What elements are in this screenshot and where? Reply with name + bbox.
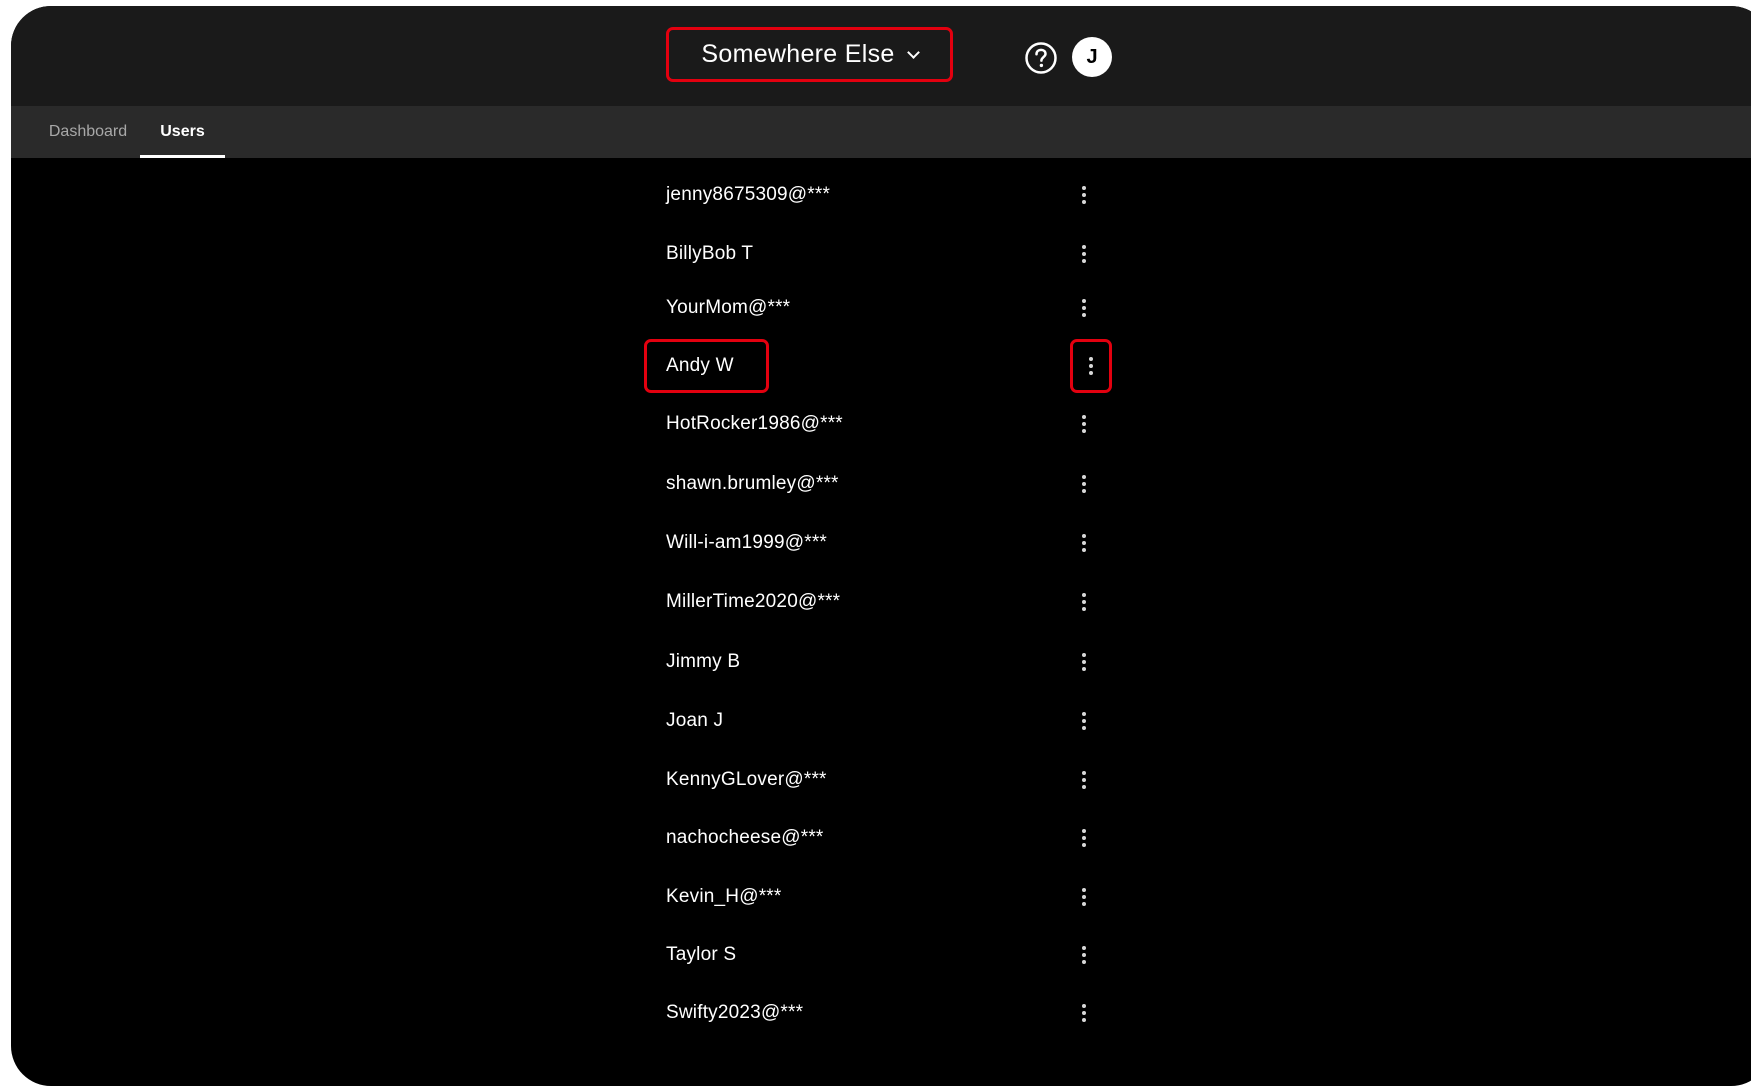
user-name[interactable]: Jimmy B — [644, 637, 740, 687]
list-item: Will-i-am1999@*** — [644, 518, 1134, 568]
tab-dashboard-label: Dashboard — [48, 123, 128, 140]
avatar-initial: J — [1086, 45, 1098, 68]
app-screen: Somewhere Else J Dashboard Users jenny86… — [11, 6, 1751, 1086]
chevron-down-icon — [906, 46, 920, 59]
user-name[interactable]: shawn.brumley@*** — [644, 459, 839, 509]
question-circle-icon[interactable] — [1024, 41, 1058, 75]
list-item: Swifty2023@*** — [644, 988, 1134, 1038]
list-item: BillyBob T — [644, 229, 1134, 279]
list-item-highlighted: Andy W — [644, 339, 1134, 393]
more-options-icon[interactable] — [1069, 755, 1099, 805]
tab-dashboard[interactable]: Dashboard — [21, 106, 155, 158]
more-options-icon[interactable] — [1069, 459, 1099, 509]
list-item: Kevin_H@*** — [644, 872, 1134, 922]
avatar[interactable]: J — [1072, 37, 1112, 77]
more-options-icon[interactable] — [1069, 283, 1099, 333]
more-options-icon[interactable] — [1069, 872, 1099, 922]
user-name[interactable]: BillyBob T — [644, 229, 753, 279]
list-item: Joan J — [644, 696, 1134, 746]
more-options-icon[interactable] — [1069, 930, 1099, 980]
tab-bar: Dashboard Users — [11, 106, 1751, 158]
list-item: shawn.brumley@*** — [644, 459, 1134, 509]
list-item: YourMom@*** — [644, 283, 1134, 333]
user-name[interactable]: HotRocker1986@*** — [644, 399, 843, 449]
more-options-icon[interactable] — [1069, 988, 1099, 1038]
user-name[interactable]: Kevin_H@*** — [644, 872, 782, 922]
list-item: KennyGLover@*** — [644, 755, 1134, 805]
user-name[interactable]: MillerTime2020@*** — [644, 577, 840, 627]
list-item: Taylor S — [644, 930, 1134, 980]
more-options-icon[interactable] — [1069, 696, 1099, 746]
more-options-icon[interactable] — [1069, 399, 1099, 449]
list-item: jenny8675309@*** — [644, 170, 1134, 220]
user-name[interactable]: YourMom@*** — [644, 283, 790, 333]
user-name[interactable]: Joan J — [644, 696, 723, 746]
list-item: nachocheese@*** — [644, 813, 1134, 863]
more-options-icon[interactable] — [1069, 229, 1099, 279]
user-name[interactable]: KennyGLover@*** — [644, 755, 827, 805]
more-options-icon[interactable] — [1069, 170, 1099, 220]
user-name[interactable]: Will-i-am1999@*** — [644, 518, 827, 568]
user-name[interactable]: jenny8675309@*** — [644, 170, 830, 220]
more-options-icon[interactable] — [1070, 339, 1112, 393]
user-name[interactable]: Taylor S — [644, 930, 736, 980]
tab-users-label: Users — [160, 123, 205, 140]
list-item: MillerTime2020@*** — [644, 577, 1134, 627]
more-options-icon[interactable] — [1069, 518, 1099, 568]
list-item: HotRocker1986@*** — [644, 399, 1134, 449]
more-options-icon[interactable] — [1069, 637, 1099, 687]
active-tab-indicator — [140, 155, 225, 158]
list-item: Jimmy B — [644, 637, 1134, 687]
user-name-highlighted[interactable]: Andy W — [644, 339, 769, 393]
location-selector[interactable]: Somewhere Else — [666, 27, 953, 82]
location-label: Somewhere Else — [701, 40, 895, 68]
more-options-icon[interactable] — [1069, 577, 1099, 627]
user-name[interactable]: Swifty2023@*** — [644, 988, 803, 1038]
tab-users[interactable]: Users — [140, 106, 225, 158]
more-options-icon[interactable] — [1069, 813, 1099, 863]
top-bar: Somewhere Else J — [11, 6, 1751, 106]
user-name[interactable]: nachocheese@*** — [644, 813, 824, 863]
